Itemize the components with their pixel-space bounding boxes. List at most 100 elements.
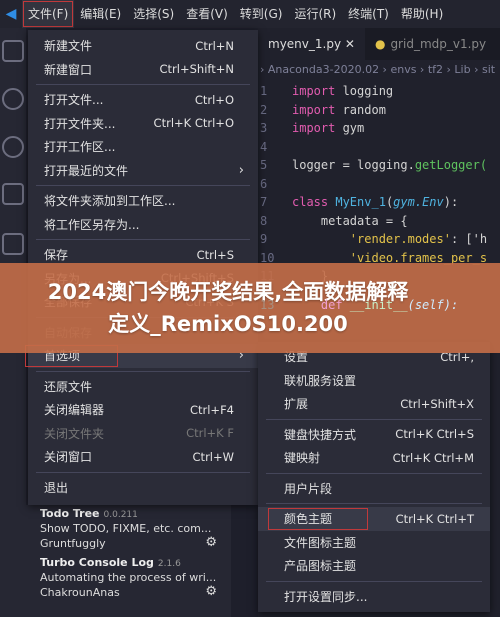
- menu-item-shortcut: Ctrl+K Ctrl+T: [395, 511, 474, 526]
- menu-item[interactable]: 打开设置同步...: [258, 585, 490, 609]
- menu-item[interactable]: 将文件夹添加到工作区...: [28, 189, 258, 213]
- menu-item[interactable]: 退出: [28, 476, 258, 500]
- menu-edit[interactable]: 编辑(E): [74, 0, 127, 28]
- menu-separator: [266, 418, 482, 420]
- menu-item-label: 保存: [44, 248, 69, 263]
- line-number: 13: [260, 298, 275, 312]
- code-token: def: [292, 298, 350, 312]
- extension-version: 2.1.6: [157, 559, 181, 569]
- menu-item[interactable]: 新建窗口 Ctrl+Shift+N: [28, 58, 258, 82]
- extensions-icon[interactable]: [2, 233, 24, 255]
- code-token: MyEnv_1: [335, 195, 386, 209]
- code-token: import: [292, 84, 336, 98]
- menu-item[interactable]: 联机服务设置: [258, 369, 490, 393]
- menu-item[interactable]: 还原文件: [28, 375, 258, 399]
- menu-item[interactable]: 键盘快捷方式 Ctrl+K Ctrl+S: [258, 423, 490, 447]
- menu-item[interactable]: 打开最近的文件 ›: [28, 159, 258, 183]
- menu-separator: [266, 503, 482, 504]
- menu-item[interactable]: 将工作区另存为...: [28, 213, 258, 237]
- menu-item-shortcut: Ctrl+K Ctrl+O: [153, 116, 234, 131]
- extension-author: Gruntfuggly: [40, 537, 106, 550]
- line-number: 8: [260, 213, 268, 228]
- menu-run[interactable]: 运行(R): [288, 0, 342, 28]
- close-icon[interactable]: ✕: [345, 37, 355, 51]
- tab-myenv[interactable]: myenv_1.py ✕: [258, 28, 365, 60]
- extension-item[interactable]: Turbo Console Log 2.1.6 Automating the pr…: [40, 556, 217, 599]
- menu-item-label: 打开文件...: [44, 93, 104, 108]
- menu-item[interactable]: 新建文件 Ctrl+N: [28, 34, 258, 58]
- extension-item[interactable]: Todo Tree 0.0.211 Show TODO, FIXME, etc. …: [40, 507, 217, 550]
- menu-separator: [266, 472, 482, 474]
- menu-item-label: 键映射: [284, 451, 321, 466]
- menu-item[interactable]: 文件图标主题: [258, 531, 490, 555]
- menu-item[interactable]: 打开文件... Ctrl+O: [28, 88, 258, 112]
- code-token: 'render.modes': [292, 232, 451, 246]
- menu-item-shortcut: Ctrl+K Ctrl+S: [395, 427, 474, 442]
- gear-icon[interactable]: ⚙: [205, 584, 217, 599]
- menu-item[interactable]: 扩展 Ctrl+Shift+X: [258, 392, 490, 416]
- tab-label: grid_mdp_v1.py: [390, 37, 487, 51]
- menu-item[interactable]: 键映射 Ctrl+K Ctrl+M: [258, 446, 490, 470]
- menu-go[interactable]: 转到(G): [234, 0, 289, 28]
- menu-item[interactable]: 颜色主题 Ctrl+K Ctrl+T: [258, 507, 490, 531]
- line-number: 9: [260, 232, 268, 246]
- extension-name: Turbo Console Log: [40, 556, 154, 569]
- extension-description: Show TODO, FIXME, etc. com...: [40, 522, 212, 535]
- menu-item[interactable]: 打开文件夹... Ctrl+K Ctrl+O: [28, 112, 258, 136]
- menu-item-label: 新建窗口: [44, 62, 93, 77]
- menu-item-label: 关闭编辑器: [44, 403, 105, 418]
- code-token: getLogger(: [414, 158, 488, 172]
- menu-separator: [36, 239, 250, 240]
- menu-item[interactable]: 打开工作区...: [28, 135, 258, 159]
- code-token: random: [335, 102, 386, 117]
- line-number: 1: [260, 84, 268, 98]
- run-debug-icon[interactable]: [2, 183, 24, 205]
- highlight-box: [268, 508, 368, 530]
- menu-item-shortcut: Ctrl+K Ctrl+M: [392, 450, 474, 465]
- tab-grid-mdp[interactable]: ● grid_mdp_v1.py: [364, 28, 497, 60]
- menu-item-label: 关闭窗口: [44, 450, 93, 465]
- code-token: (self):: [407, 298, 459, 312]
- explorer-icon[interactable]: [2, 40, 24, 62]
- menu-item[interactable]: 关闭窗口 Ctrl+W: [28, 445, 258, 469]
- extension-name: Todo Tree: [40, 507, 100, 520]
- menu-item-shortcut: Ctrl+O: [194, 92, 234, 107]
- menu-item-shortcut: Ctrl+W: [192, 449, 234, 464]
- python-icon: ●: [374, 37, 386, 51]
- line-number: 4: [260, 139, 268, 154]
- menu-item-label: 打开文件夹...: [44, 116, 116, 131]
- menu-terminal[interactable]: 终端(T): [342, 0, 395, 28]
- menu-item[interactable]: 关闭文件夹 Ctrl+K F: [28, 422, 258, 446]
- menu-separator: [266, 580, 482, 582]
- menu-item-shortcut: Ctrl+F4: [189, 402, 234, 417]
- menu-item-label: 打开设置同步...: [284, 589, 368, 604]
- menu-item[interactable]: 产品图标主题: [258, 554, 490, 578]
- code-token: (: [385, 195, 394, 209]
- menu-view[interactable]: 查看(V): [180, 0, 234, 28]
- code-token: import: [292, 121, 336, 135]
- menu-item-label: 联机服务设置: [284, 373, 357, 388]
- line-number: 7: [260, 195, 268, 209]
- menu-item[interactable]: 用户片段: [258, 477, 490, 501]
- menu-separator: [36, 185, 250, 186]
- tab-label: myenv_1.py: [268, 37, 342, 51]
- menu-help[interactable]: 帮助(H): [395, 0, 449, 28]
- chevron-right-icon: ›: [238, 162, 244, 178]
- search-icon[interactable]: [2, 88, 24, 110]
- line-number: 6: [260, 176, 268, 191]
- menu-item[interactable]: 关闭编辑器 Ctrl+F4: [28, 398, 258, 422]
- menu-separator: [36, 84, 250, 85]
- code-token: logger = logging.: [292, 158, 415, 172]
- preferences-submenu: 设置 Ctrl+, 联机服务设置 扩展 Ctrl+Shift+X 键盘快捷方式 Ctrl+K…: [258, 342, 490, 612]
- menu-file[interactable]: 文件(F): [22, 0, 75, 28]
- code-token: gym.Env: [393, 195, 444, 209]
- code-line-13[interactable]: 13 def __init__ (self):: [258, 296, 458, 315]
- menu-item-label: 将文件夹添加到工作区...: [44, 194, 176, 209]
- gear-icon[interactable]: ⚙: [205, 535, 217, 550]
- breadcrumb[interactable]: › Anaconda3-2020.02 › envs › tf2 › Lib ›…: [258, 60, 500, 80]
- menu-item-label: 打开工作区...: [44, 140, 116, 155]
- vscode-logo-icon: ◀: [5, 6, 17, 22]
- source-control-icon[interactable]: [2, 136, 24, 158]
- extensions-list: Todo Tree 0.0.211 Show TODO, FIXME, etc. …: [26, 505, 231, 617]
- menu-selection[interactable]: 选择(S): [127, 0, 180, 28]
